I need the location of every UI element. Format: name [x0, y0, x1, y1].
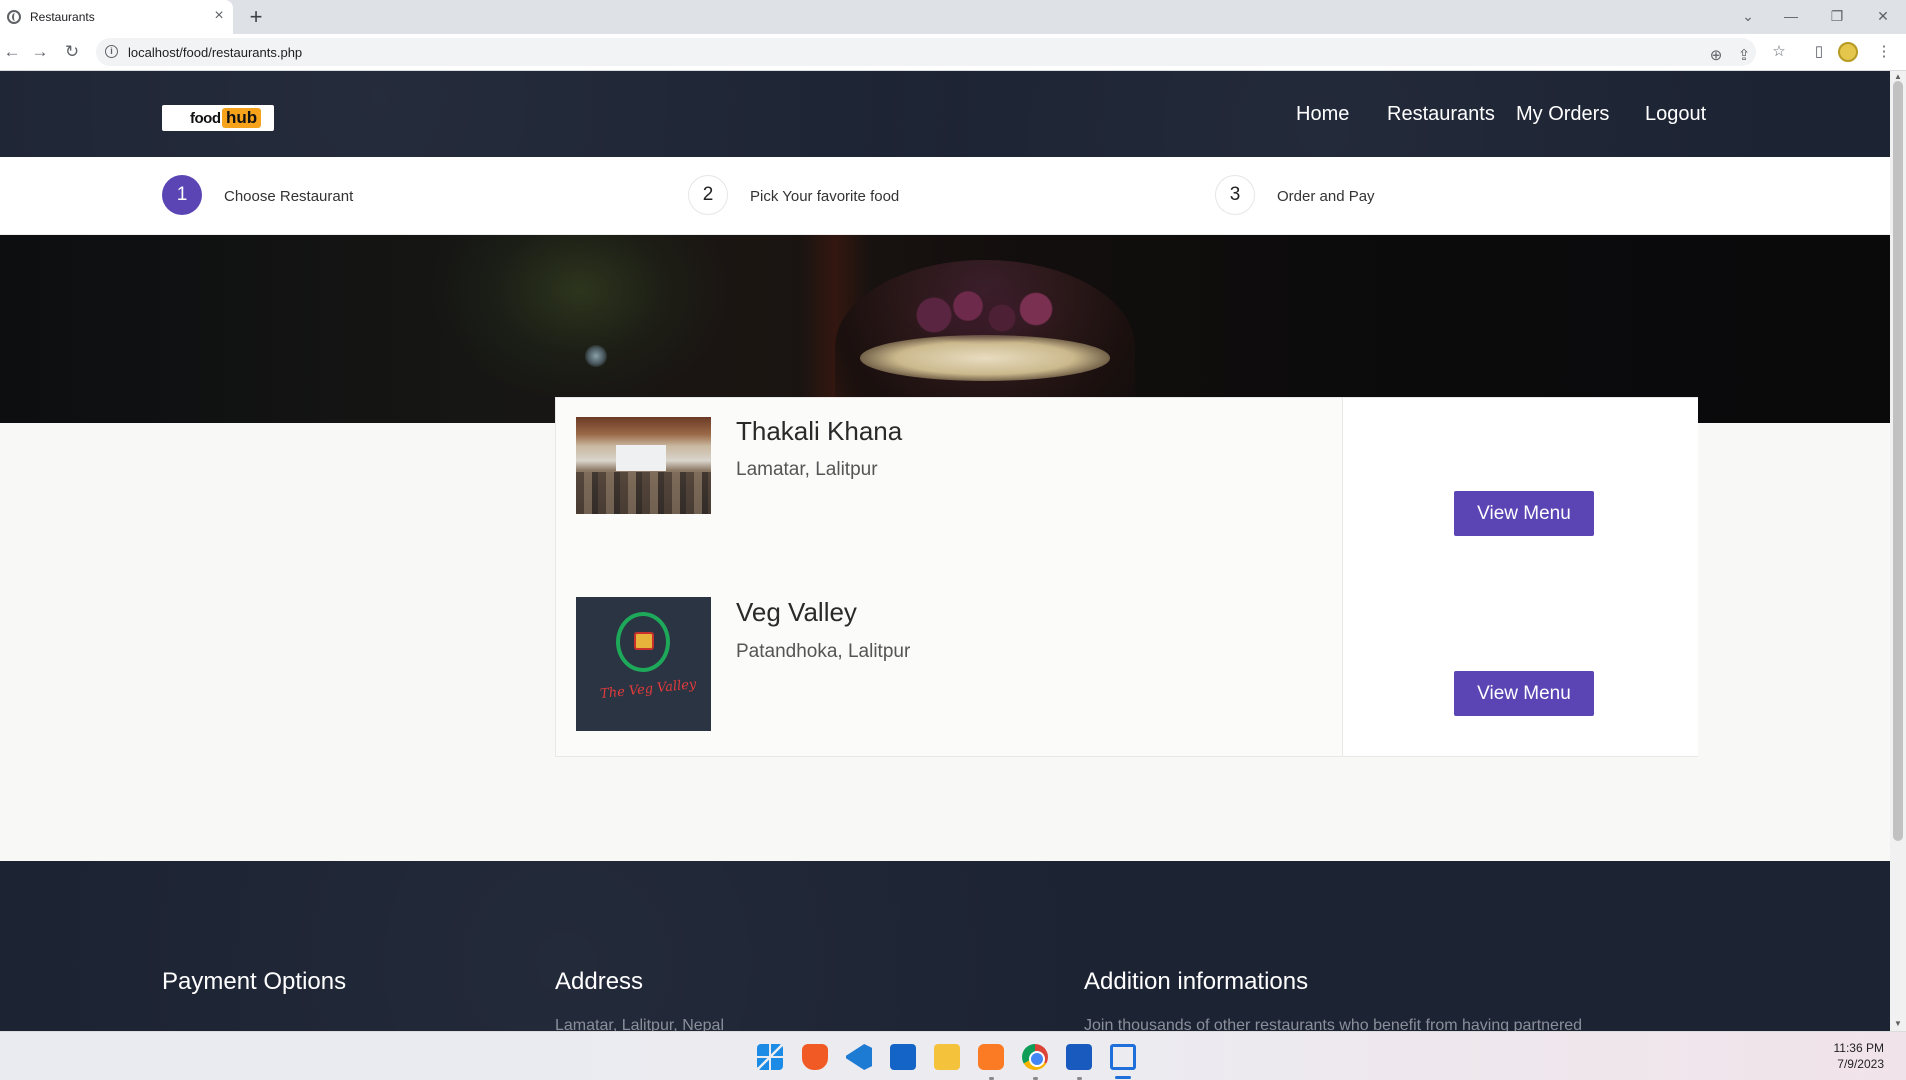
restaurant-image-thakali-khana[interactable] — [576, 417, 711, 514]
bookmark-star-icon[interactable]: ☆ — [1767, 40, 1791, 64]
hero-glass-reflection — [585, 345, 607, 367]
step-number-2: 2 — [688, 175, 728, 215]
scrollbar-thumb[interactable] — [1893, 81, 1903, 841]
scroll-down-arrow-icon[interactable]: ▼ — [1893, 1019, 1903, 1028]
cart-icon — [634, 632, 654, 650]
restaurant-list-divider — [1342, 398, 1343, 756]
restaurant-location: Lamatar, Lalitpur — [736, 459, 878, 480]
page-viewport: food hub Home Restaurants My Orders Logo… — [0, 71, 1890, 1031]
xampp-icon[interactable] — [978, 1044, 1004, 1070]
site-info-icon[interactable]: i — [105, 45, 118, 58]
site-logo[interactable]: food hub — [162, 105, 274, 131]
footer-heading-additional: Addition informations — [1084, 968, 1309, 995]
minimize-button[interactable]: — — [1776, 4, 1806, 28]
step-label-3: Order and Pay — [1277, 188, 1375, 205]
forward-icon[interactable]: → — [28, 40, 52, 64]
browser-tab-bar: Restaurants × + ⌄ — ❐ ✕ — [0, 0, 1906, 34]
restore-button[interactable]: ❐ — [1822, 4, 1852, 28]
logo-hub-text: hub — [222, 108, 262, 128]
new-tab-button[interactable]: + — [245, 4, 267, 30]
profile-avatar[interactable] — [1838, 42, 1858, 62]
close-window-button[interactable]: ✕ — [1868, 4, 1898, 28]
reload-icon[interactable]: ↻ — [60, 40, 84, 64]
restaurant-image-veg-valley[interactable]: The Veg Valley — [576, 597, 711, 731]
system-clock[interactable]: 11:36 PM 7/9/2023 — [1820, 1040, 1884, 1072]
scroll-up-arrow-icon[interactable]: ▲ — [1893, 72, 1903, 81]
nav-restaurants[interactable]: Restaurants — [1387, 103, 1495, 126]
microsoft-store-icon[interactable] — [890, 1044, 916, 1070]
share-icon[interactable]: ⇪ — [1732, 44, 1756, 68]
hero-berries-shape — [900, 285, 1070, 345]
nav-home[interactable]: Home — [1296, 103, 1349, 126]
step-label-2: Pick Your favorite food — [750, 188, 900, 205]
globe-icon — [7, 10, 21, 24]
logo-food-text: food — [190, 110, 221, 127]
windows-start-icon[interactable] — [757, 1044, 783, 1070]
footer-additional-text: Join thousands of other restaurants who … — [1084, 1017, 1583, 1031]
snipping-tool-icon[interactable] — [1110, 1044, 1136, 1070]
step-number-1: 1 — [162, 175, 202, 215]
restaurant-location: Patandhoka, Lalitpur — [736, 641, 911, 662]
page-scrollbar[interactable]: ▲ ▼ — [1890, 71, 1906, 1031]
site-header: food hub Home Restaurants My Orders Logo… — [0, 71, 1890, 157]
nav-logout[interactable]: Logout — [1645, 103, 1706, 126]
active-app-indicator — [1115, 1076, 1131, 1079]
windows-taskbar: 11:36 PM 7/9/2023 — [0, 1031, 1906, 1080]
view-menu-button-veg-valley[interactable]: View Menu — [1454, 671, 1594, 716]
address-bar[interactable]: i localhost/food/restaurants.php ⊕ ⇪ — [96, 38, 1756, 66]
order-steps: 1 Choose Restaurant 2 Pick Your favorite… — [0, 157, 1890, 235]
url-text: localhost/food/restaurants.php — [128, 45, 303, 60]
close-tab-icon[interactable]: × — [210, 6, 228, 26]
hero-banner-image — [0, 235, 1890, 423]
browser-toolbar: ← → ↻ i localhost/food/restaurants.php ⊕… — [0, 34, 1906, 71]
clock-time: 11:36 PM — [1833, 1041, 1884, 1055]
footer-address-text: Lamatar, Lalitpur, Nepal — [555, 1017, 724, 1031]
zoom-icon[interactable]: ⊕ — [1704, 44, 1728, 68]
back-icon[interactable]: ← — [0, 40, 24, 64]
footer-heading-address: Address — [555, 968, 644, 995]
side-panel-icon[interactable]: ▯ — [1807, 40, 1831, 64]
file-explorer-icon[interactable] — [934, 1044, 960, 1070]
nav-my-orders[interactable]: My Orders — [1516, 103, 1609, 126]
tab-title: Restaurants — [30, 10, 95, 24]
hero-glass-shape — [430, 235, 730, 405]
browser-tab[interactable]: Restaurants × — [0, 0, 233, 34]
restaurant-name[interactable]: Veg Valley — [736, 597, 857, 628]
word-icon[interactable] — [1066, 1044, 1092, 1070]
vscode-icon[interactable] — [846, 1044, 872, 1070]
clock-date: 7/9/2023 — [1837, 1057, 1884, 1071]
chrome-icon[interactable] — [1022, 1044, 1048, 1070]
site-footer: Payment Options Address Addition informa… — [0, 861, 1890, 1031]
restaurant-name[interactable]: Thakali Khana — [736, 416, 902, 447]
step-label-1: Choose Restaurant — [224, 188, 354, 205]
tab-search-icon[interactable]: ⌄ — [1733, 4, 1763, 28]
footer-heading-payment: Payment Options — [162, 968, 347, 995]
brave-browser-icon[interactable] — [802, 1044, 828, 1070]
chrome-menu-icon[interactable]: ⋮ — [1872, 40, 1896, 64]
veg-valley-logo-text: The Veg Valley — [599, 676, 698, 703]
step-number-3: 3 — [1215, 175, 1255, 215]
view-menu-button-thakali-khana[interactable]: View Menu — [1454, 491, 1594, 536]
